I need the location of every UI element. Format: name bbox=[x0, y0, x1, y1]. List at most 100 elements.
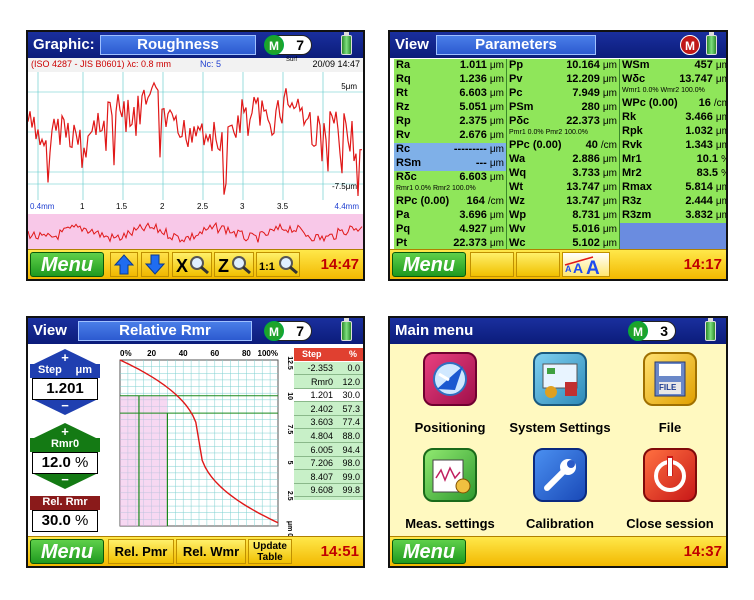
view-selector[interactable]: Relative Rmr bbox=[78, 321, 252, 341]
param-row: Mr2 83.5 % bbox=[620, 167, 726, 181]
param-row: Ra 1.011 μm bbox=[394, 59, 506, 73]
zoom-reset-label: 1:1 bbox=[259, 261, 275, 273]
param-value: 3.733 μm bbox=[572, 167, 617, 179]
param-unit: μm bbox=[602, 224, 617, 235]
zoom-x-button[interactable]: X bbox=[172, 252, 212, 277]
rel-rmr-unit: % bbox=[75, 512, 89, 529]
table-row: Rmr0 12.0 bbox=[294, 376, 363, 389]
zoom-z-button[interactable]: Z bbox=[214, 252, 254, 277]
rmr0-increase-icon[interactable]: + bbox=[30, 422, 100, 438]
menu-item-calibration[interactable]: Calibration bbox=[510, 446, 610, 538]
param-number: 83.5 bbox=[696, 167, 719, 179]
param-name: Mr2 bbox=[622, 167, 642, 179]
scroll-down-button[interactable] bbox=[141, 252, 169, 277]
rmr0-decrease-icon[interactable]: − bbox=[30, 474, 100, 490]
table-cell-step: 9.608 bbox=[310, 485, 333, 496]
rmr0-value-field[interactable]: 12.0 % bbox=[32, 452, 98, 474]
graphic-type-selector[interactable]: Roughness bbox=[100, 35, 256, 55]
param-number: 457 bbox=[694, 59, 713, 71]
x-tick: 2 bbox=[160, 202, 165, 211]
table-row: 3.603 77.4 bbox=[294, 416, 363, 430]
param-unit: μm bbox=[602, 168, 617, 179]
param-row: Wt 13.747 μm bbox=[507, 181, 619, 195]
table-cell-step: 6.005 bbox=[310, 444, 333, 455]
memory-badge[interactable]: M 7 bbox=[264, 321, 312, 341]
param-unit: μm bbox=[489, 116, 504, 127]
update-table-button[interactable]: Update Table bbox=[248, 539, 292, 564]
menu-button[interactable]: Menu bbox=[392, 539, 466, 564]
param-number: 13.747 bbox=[679, 73, 713, 85]
param-unit: μm bbox=[602, 196, 617, 207]
param-value: 3.466 μm bbox=[685, 111, 726, 123]
param-value: 83.5 % bbox=[696, 167, 726, 179]
font-size-button[interactable]: A A A bbox=[562, 252, 610, 279]
memory-badge[interactable]: M 3 bbox=[628, 321, 676, 341]
param-name: Wc bbox=[509, 237, 526, 249]
y-tick-label: 2.5 bbox=[286, 491, 293, 501]
x-tick-label: 80 bbox=[242, 349, 251, 358]
param-row: Rt 6.603 μm bbox=[394, 87, 506, 101]
m-icon[interactable]: M bbox=[680, 35, 700, 55]
clock: 14:17 bbox=[683, 256, 722, 273]
rel-wmr-button[interactable]: Rel. Wmr bbox=[176, 539, 246, 564]
battery-icon bbox=[706, 32, 717, 55]
rel-pmr-button[interactable]: Rel. Pmr bbox=[108, 539, 174, 564]
nc-text: Nc: 5 bbox=[200, 59, 222, 69]
param-value: 5.102 μm bbox=[572, 237, 617, 249]
param-unit: μm bbox=[489, 102, 504, 113]
footer-slot-2[interactable] bbox=[516, 252, 560, 277]
menu-item-positioning[interactable]: Positioning bbox=[400, 350, 500, 442]
rmr-table: Step % -2.353 0.0 Rmr0 12.0 1.201 30.0 2.402 57… bbox=[294, 348, 363, 500]
param-unit: μm bbox=[715, 196, 726, 207]
menu-item-label: Close session bbox=[626, 516, 714, 531]
x-tick-label: 40 bbox=[179, 349, 188, 358]
menu-item-close-session[interactable]: Close session bbox=[620, 446, 720, 538]
param-unit: μm bbox=[602, 116, 617, 127]
view-selector[interactable]: Parameters bbox=[436, 35, 596, 55]
param-name: Wv bbox=[509, 223, 526, 235]
param-row: PSm 280 μm bbox=[507, 101, 619, 115]
arrow-up-icon bbox=[113, 254, 135, 275]
param-value: 22.373 μm bbox=[453, 237, 504, 249]
param-number: 2.676 bbox=[459, 129, 487, 141]
param-name: RSm bbox=[396, 157, 422, 169]
param-name: Wt bbox=[509, 181, 524, 193]
param-row: WPc (0.00) 16 /cm bbox=[620, 97, 726, 111]
param-unit: μm bbox=[489, 172, 504, 183]
menu-item-meas-settings[interactable]: Meas. settings bbox=[396, 446, 504, 538]
param-unit: μm bbox=[602, 210, 617, 221]
memory-badge[interactable]: M 7 bbox=[264, 35, 312, 55]
x-tick-label: 20 bbox=[147, 349, 156, 358]
battery-icon bbox=[705, 318, 716, 341]
step-increase-icon[interactable]: + bbox=[30, 348, 100, 364]
zoom-reset-button[interactable]: 1:1 bbox=[256, 252, 300, 277]
menu-button[interactable]: Menu bbox=[392, 252, 466, 277]
param-row: Rq 1.236 μm bbox=[394, 73, 506, 87]
system-settings-icon bbox=[533, 352, 587, 406]
scroll-up-button[interactable] bbox=[110, 252, 138, 277]
font-size-icon: A A A bbox=[564, 256, 600, 279]
param-row: Pv 12.209 μm bbox=[507, 73, 619, 87]
m-icon: M bbox=[264, 35, 284, 55]
x-left-label: 0.4mm bbox=[30, 202, 55, 211]
footer-slot-1[interactable] bbox=[470, 252, 514, 277]
menu-item-file[interactable]: FILE File bbox=[620, 350, 720, 442]
table-row: -2.353 0.0 bbox=[294, 362, 363, 375]
menu-button[interactable]: Menu bbox=[30, 252, 104, 277]
power-icon bbox=[643, 448, 697, 502]
x-tick: 1.5 bbox=[116, 202, 128, 211]
menu-button[interactable]: Menu bbox=[30, 539, 104, 564]
menu-item-system-settings[interactable]: System Settings bbox=[500, 350, 620, 442]
param-unit: μm bbox=[715, 210, 726, 221]
memory-count: 7 bbox=[296, 323, 304, 339]
footer-bar: Menu 14:37 bbox=[390, 536, 726, 566]
step-value-field[interactable]: 1.201 bbox=[32, 378, 98, 400]
param-value: 5.051 μm bbox=[459, 101, 504, 113]
header-title: Main menu bbox=[395, 322, 474, 339]
rel-rmr-value-field[interactable]: 30.0 % bbox=[32, 510, 98, 532]
zoom-z-label: Z bbox=[218, 256, 229, 276]
roughness-plot bbox=[28, 72, 363, 252]
step-decrease-icon[interactable]: − bbox=[30, 400, 100, 416]
rmr-table-body: -2.353 0.0 Rmr0 12.0 1.201 30.0 2.402 57.3 3.603… bbox=[294, 362, 363, 500]
param-name: Rpk bbox=[622, 125, 643, 137]
